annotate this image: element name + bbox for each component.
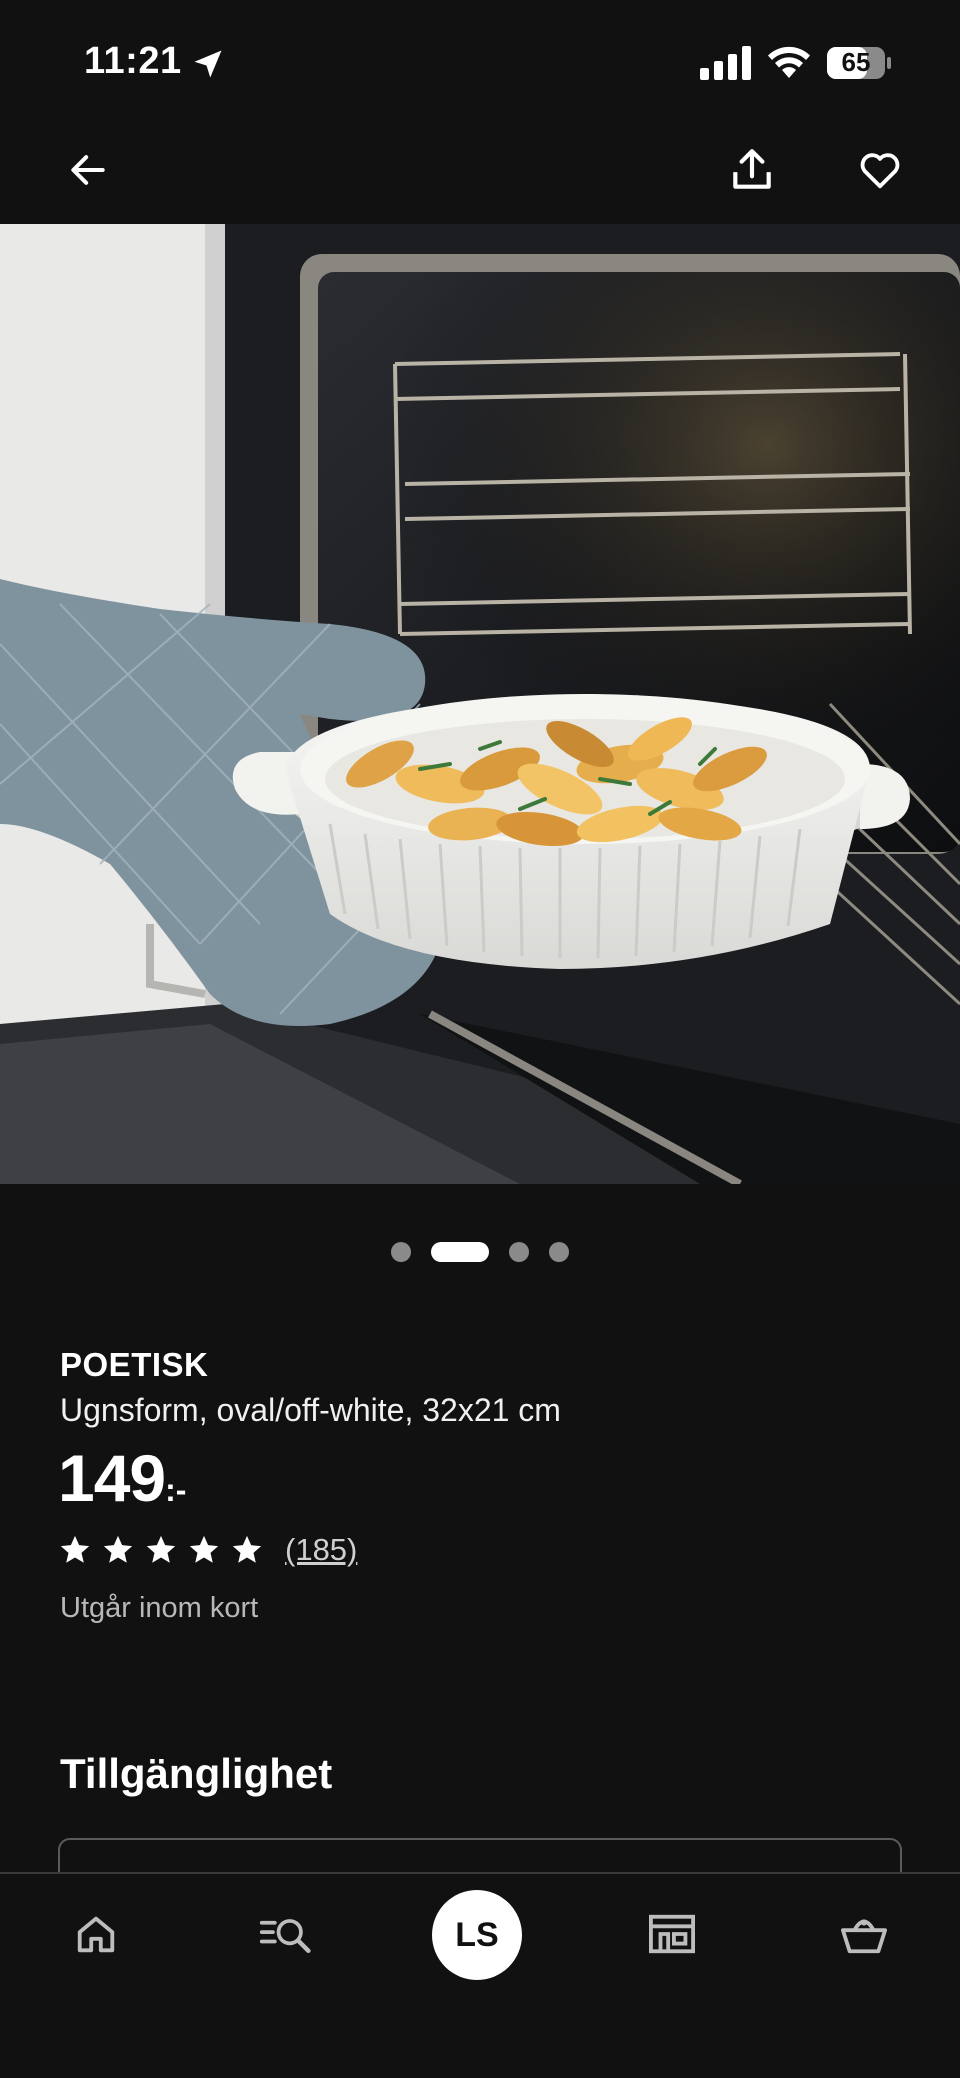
star-icon bbox=[103, 1535, 133, 1563]
wifi-icon bbox=[768, 46, 810, 78]
carousel-dot[interactable] bbox=[549, 1242, 569, 1262]
store-icon bbox=[649, 1914, 695, 1954]
app-header bbox=[0, 120, 960, 224]
basket-icon bbox=[841, 1919, 887, 1954]
review-count-link[interactable]: (185) bbox=[285, 1532, 357, 1568]
price-suffix: :- bbox=[165, 1472, 187, 1508]
star-icon bbox=[232, 1535, 262, 1563]
status-time: 11:21 bbox=[84, 40, 182, 82]
nav-profile-avatar[interactable]: LS bbox=[432, 1890, 522, 1980]
image-carousel-indicator bbox=[0, 1240, 960, 1264]
star-icon bbox=[60, 1535, 90, 1563]
favorite-button[interactable] bbox=[848, 138, 912, 202]
cellular-signal-icon bbox=[700, 46, 751, 80]
back-button[interactable] bbox=[56, 138, 120, 202]
battery-level: 65 bbox=[841, 47, 871, 77]
share-icon bbox=[733, 149, 771, 189]
search-list-icon bbox=[259, 1919, 311, 1954]
carousel-dot-active[interactable] bbox=[431, 1242, 489, 1262]
home-icon bbox=[77, 1916, 115, 1953]
nav-basket[interactable] bbox=[816, 1896, 912, 1972]
carousel-dot[interactable] bbox=[509, 1242, 529, 1262]
location-arrow-icon bbox=[194, 50, 222, 78]
star-icon bbox=[189, 1535, 219, 1563]
nav-search[interactable] bbox=[238, 1896, 334, 1972]
share-button[interactable] bbox=[720, 138, 784, 202]
section-title-availability: Tillgänglighet bbox=[60, 1750, 333, 1797]
product-price: 149:- bbox=[58, 1440, 186, 1516]
star-icon bbox=[146, 1535, 176, 1563]
nav-store[interactable] bbox=[624, 1896, 720, 1972]
heart-icon bbox=[860, 153, 900, 189]
nav-home[interactable] bbox=[48, 1896, 144, 1972]
arrow-left-icon bbox=[71, 155, 105, 185]
carousel-dot[interactable] bbox=[391, 1242, 411, 1262]
product-photo bbox=[0, 224, 960, 1184]
status-bar: 11:21 65 bbox=[0, 0, 960, 120]
product-name: POETISK bbox=[60, 1346, 209, 1383]
price-value: 149 bbox=[58, 1441, 166, 1515]
availability-note: Utgår inom kort bbox=[60, 1592, 259, 1624]
product-rating[interactable]: (185) bbox=[58, 1530, 357, 1570]
product-image[interactable] bbox=[0, 224, 960, 1184]
product-description: Ugnsform, oval/off-white, 32x21 cm bbox=[60, 1392, 561, 1428]
